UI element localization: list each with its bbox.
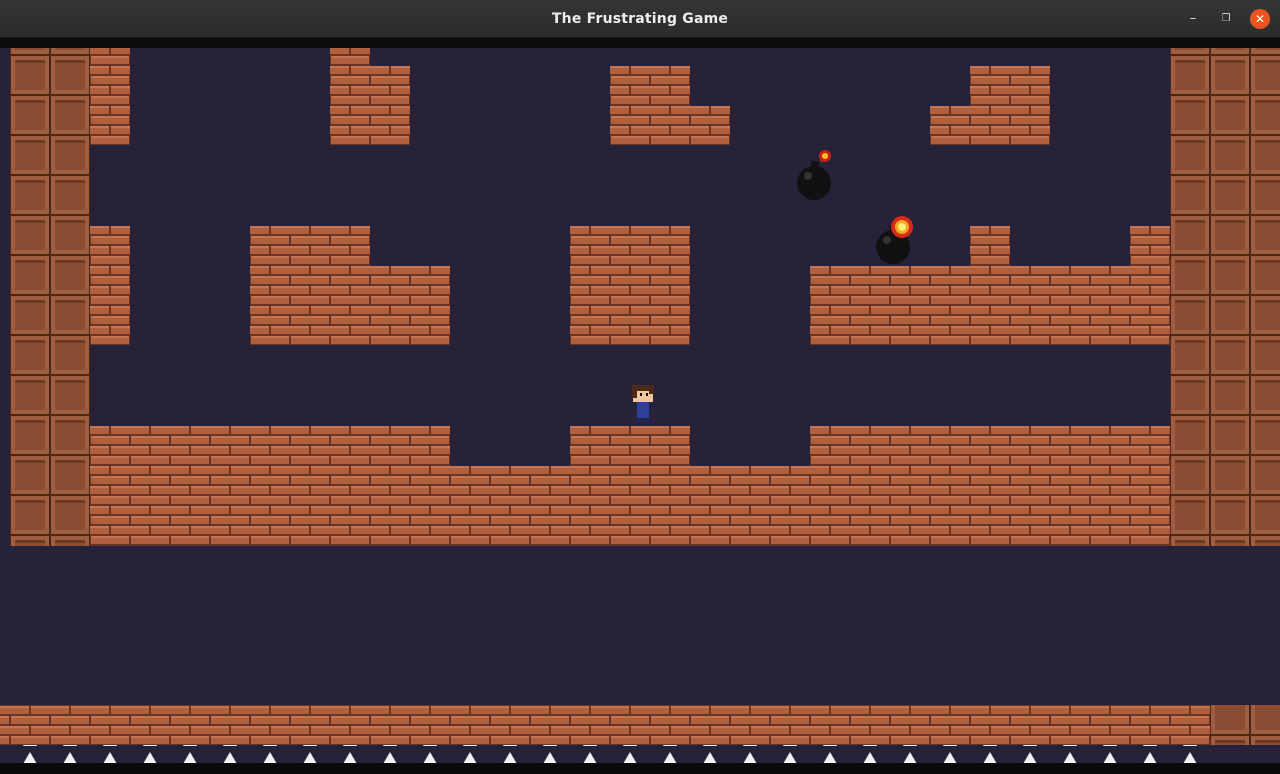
maximize-icon[interactable]: ❐	[1216, 9, 1236, 29]
brick-wall	[1130, 226, 1170, 266]
game-canvas[interactable]	[0, 48, 1280, 774]
brick-wall	[90, 466, 1170, 546]
brick-wall	[970, 226, 1010, 266]
game-window: The Frustrating Game – ❐ ✕	[0, 0, 1280, 774]
brick-wall	[330, 66, 410, 145]
brick-wall	[690, 106, 730, 145]
minimize-icon[interactable]: –	[1183, 9, 1203, 29]
title-bar[interactable]: The Frustrating Game – ❐ ✕	[0, 0, 1280, 38]
close-icon[interactable]: ✕	[1250, 9, 1270, 29]
brick-wall	[250, 226, 370, 266]
brick-wall	[810, 266, 1170, 345]
brick-wall	[330, 48, 370, 66]
brick-wall	[90, 48, 130, 145]
spike-row	[0, 745, 1210, 763]
stone-block-column	[10, 48, 90, 546]
brick-wall	[570, 226, 690, 345]
brick-wall	[610, 66, 690, 145]
brick-wall	[0, 705, 1210, 745]
stone-block-column	[1170, 48, 1280, 546]
brick-wall	[570, 426, 690, 466]
brick-wall	[250, 266, 450, 345]
stone-block-column	[1210, 705, 1280, 745]
window-title: The Frustrating Game	[551, 11, 729, 27]
brick-wall	[810, 426, 1170, 466]
brick-wall	[930, 106, 970, 145]
brick-wall	[90, 426, 450, 466]
brick-wall	[970, 66, 1050, 145]
canvas-bottom-border	[0, 763, 1280, 774]
brick-wall	[90, 226, 130, 345]
canvas-top-strip	[0, 38, 1280, 48]
